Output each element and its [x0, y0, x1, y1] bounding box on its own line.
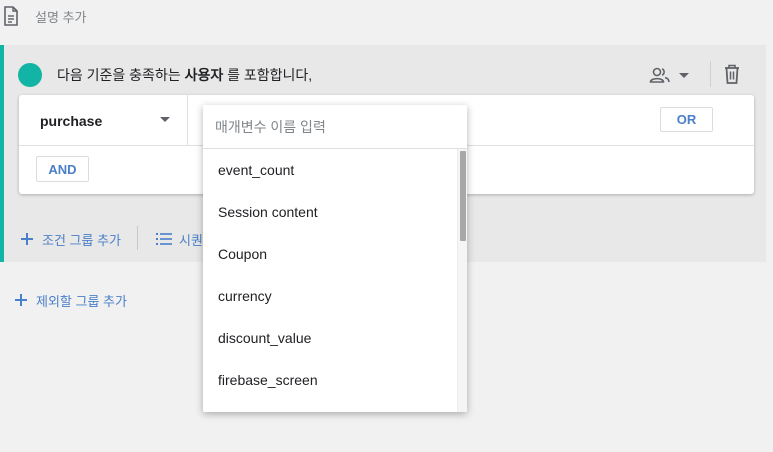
add-condition-group-button[interactable]: 조건 그룹 추가 — [20, 228, 121, 250]
plus-icon — [15, 294, 27, 306]
and-button[interactable]: AND — [36, 156, 89, 182]
parameter-option[interactable]: Session content — [203, 191, 455, 233]
add-sequence-label: 시퀀 — [179, 232, 203, 248]
caret-down-icon — [160, 117, 170, 122]
description-row: 설명 추가 — [0, 0, 773, 30]
people-icon — [649, 67, 670, 83]
plus-icon — [21, 233, 33, 245]
parameter-search-input[interactable] — [215, 116, 455, 138]
add-description-link[interactable]: 설명 추가 — [35, 7, 86, 26]
add-exclude-group-button[interactable]: 제외할 그룹 추가 — [14, 289, 127, 311]
or-button[interactable]: OR — [660, 107, 713, 132]
card-divider-vertical — [187, 95, 188, 145]
parameter-option[interactable]: firebase_screen — [203, 359, 455, 401]
group-title-prefix: 다음 기준을 충족하는 — [57, 67, 181, 83]
parameter-option-list: event_count Session content Coupon currency… — [203, 149, 455, 412]
parameter-option[interactable]: event_count — [203, 149, 455, 191]
group-title-suffix: 를 포함합니다, — [227, 67, 313, 83]
add-condition-group-label: 조건 그룹 추가 — [42, 232, 121, 248]
parameter-option[interactable]: discount_value — [203, 317, 455, 359]
header-divider — [710, 61, 711, 87]
list-icon — [156, 233, 172, 245]
add-exclude-group-label: 제외할 그룹 추가 — [36, 293, 127, 309]
trash-icon[interactable] — [722, 63, 742, 85]
group-indicator-dot — [18, 63, 42, 87]
parameter-dropdown: event_countSession contentCouponcurrency… — [203, 105, 467, 412]
scope-dropdown-button[interactable] — [649, 63, 699, 87]
chevron-down-icon — [679, 73, 689, 78]
dropdown-scrollbar-thumb[interactable] — [460, 151, 466, 241]
actions-divider — [137, 226, 138, 250]
group-title: 다음 기준을 충족하는 사용자 를 포함합니다, — [57, 65, 312, 85]
add-sequence-button[interactable]: 시퀀 — [155, 228, 203, 250]
document-icon — [4, 6, 18, 26]
parameter-option[interactable]: Coupon — [203, 233, 455, 275]
parameter-option[interactable]: currency — [203, 275, 455, 317]
dropdown-scrollbar[interactable] — [457, 149, 467, 412]
event-select-value: purchase — [40, 113, 103, 129]
parameter-search-wrap — [203, 105, 467, 149]
event-select[interactable]: purchase — [19, 95, 187, 145]
group-title-scope: 사용자 — [184, 67, 224, 83]
